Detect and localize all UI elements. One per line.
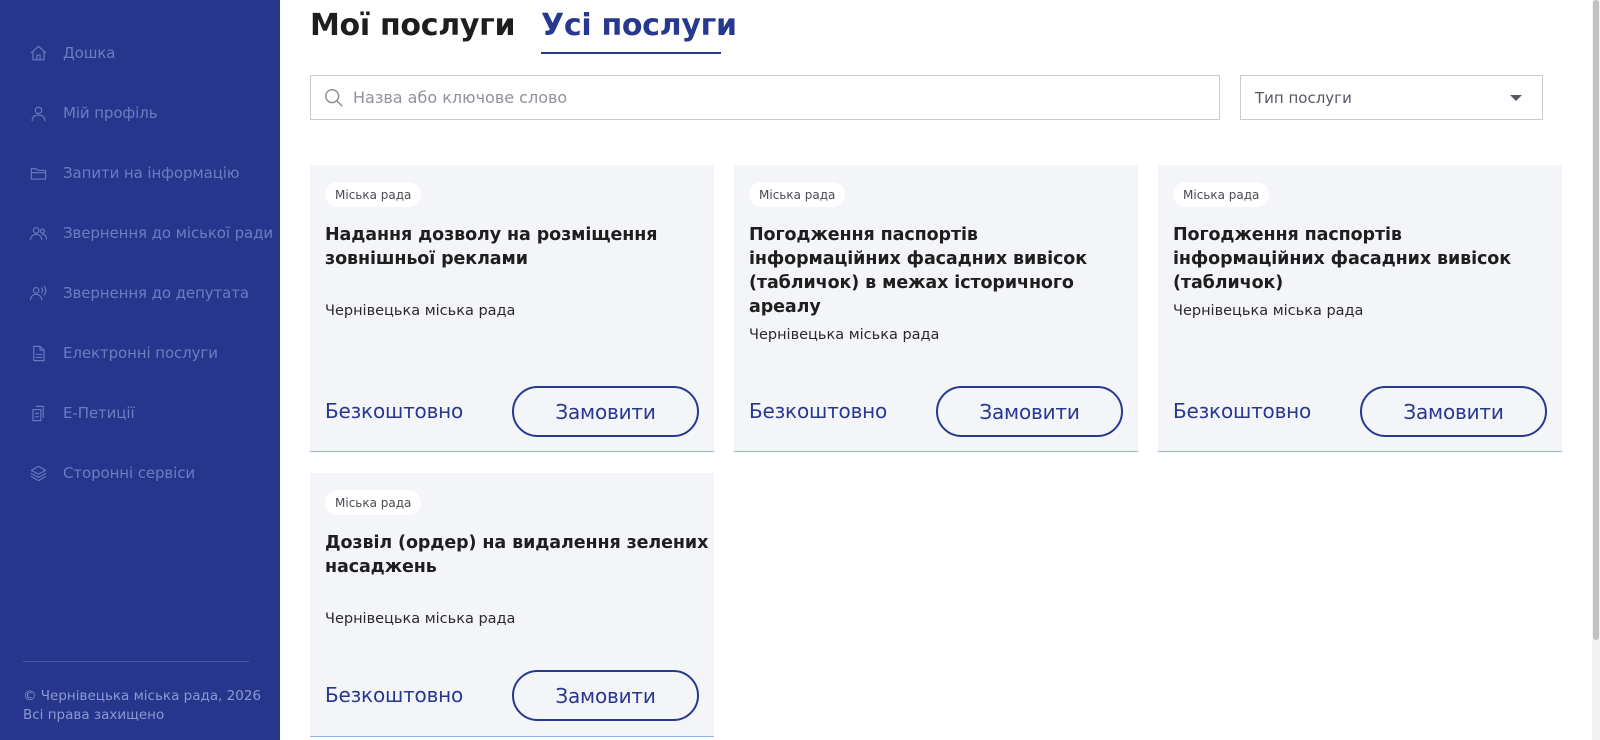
petition-icon [28,403,48,423]
card-price: Безкоштовно [325,399,464,423]
card-price: Безкоштовно [749,399,888,423]
service-card: Міська рада Надання дозволу на розміщенн… [310,165,714,452]
app-root: Дошка Мій профіль Запити на інформацію З… [0,0,1600,740]
sidebar-item-deputy-appeals[interactable]: Звернення до депутата [28,278,249,308]
sidebar-item-label: Електронні послуги [63,344,218,362]
card-price: Безкоштовно [1173,399,1312,423]
card-price: Безкоштовно [325,683,464,707]
search-input[interactable] [353,76,1219,119]
sidebar: Дошка Мій профіль Запити на інформацію З… [0,0,280,740]
sidebar-item-profile[interactable]: Мій профіль [28,98,158,128]
order-button[interactable]: Замовити [512,386,699,437]
tab-my-services[interactable]: Мої послуги [310,8,516,43]
order-button[interactable]: Замовити [1360,386,1547,437]
card-title[interactable]: Надання дозволу на розміщення зовнішньої… [325,223,710,271]
card-title[interactable]: Погодження паспортів інформаційних фасад… [749,223,1134,319]
card-organization: Чернівецька міська рада [749,327,940,343]
copyright: © Чернівецька міська рада, 2026 Всі прав… [23,687,261,725]
card-category-tag: Міська рада [1173,182,1270,207]
home-icon [28,43,48,63]
order-button[interactable]: Замовити [936,386,1123,437]
service-card: Міська рада Погодження паспортів інформа… [734,165,1138,452]
folder-icon [28,163,48,183]
scrollbar-thumb[interactable] [1593,0,1599,640]
sidebar-item-e-services[interactable]: Електронні послуги [28,338,218,368]
card-organization: Чернівецька міська рада [325,303,516,319]
copyright-line: © Чернівецька міська рада, 2026 [23,688,262,704]
sidebar-item-dashboard[interactable]: Дошка [28,38,115,68]
search-box [310,75,1220,120]
users-icon [28,223,48,243]
sidebar-item-council-appeals[interactable]: Звернення до міської ради [28,218,273,248]
tab-all-services[interactable]: Усі послуги [541,8,737,43]
rights-line: Всі права захищено [23,707,165,723]
sidebar-item-label: Сторонні сервіси [63,464,196,482]
search-icon [323,87,345,109]
sidebar-item-label: Звернення до міської ради [63,224,274,242]
sidebar-item-label: Дошка [63,44,116,62]
card-category-tag: Міська рада [749,182,846,207]
service-card: Міська рада Дозвіл (ордер) на видалення … [310,473,714,737]
service-type-select-label: Тип послуги [1255,88,1352,107]
sidebar-item-petitions[interactable]: Е-Петиції [28,398,135,428]
order-button[interactable]: Замовити [512,670,699,721]
sidebar-item-label: Е-Петиції [63,404,135,422]
sidebar-item-info-requests[interactable]: Запити на інформацію [28,158,240,188]
sidebar-item-label: Запити на інформацію [63,164,240,182]
user-voice-icon [28,283,48,303]
layers-icon [28,463,48,483]
user-icon [28,103,48,123]
card-category-tag: Міська рада [325,182,422,207]
active-tab-underline [541,52,721,54]
card-title[interactable]: Погодження паспортів інформаційних фасад… [1173,223,1558,295]
sidebar-item-label: Мій профіль [63,104,158,122]
card-organization: Чернівецька міська рада [1173,303,1364,319]
sidebar-divider [23,661,249,662]
card-category-tag: Міська рада [325,490,422,515]
document-icon [28,343,48,363]
sidebar-item-third-party[interactable]: Сторонні сервіси [28,458,195,488]
card-organization: Чернівецька міська рада [325,611,516,627]
card-title[interactable]: Дозвіл (ордер) на видалення зелених наса… [325,531,710,579]
service-type-select[interactable]: Тип послуги [1240,75,1543,120]
service-card: Міська рада Погодження паспортів інформа… [1158,165,1562,452]
sidebar-item-label: Звернення до депутата [63,284,250,302]
chevron-down-icon [1510,94,1522,101]
page-scrollbar[interactable] [1592,0,1600,740]
